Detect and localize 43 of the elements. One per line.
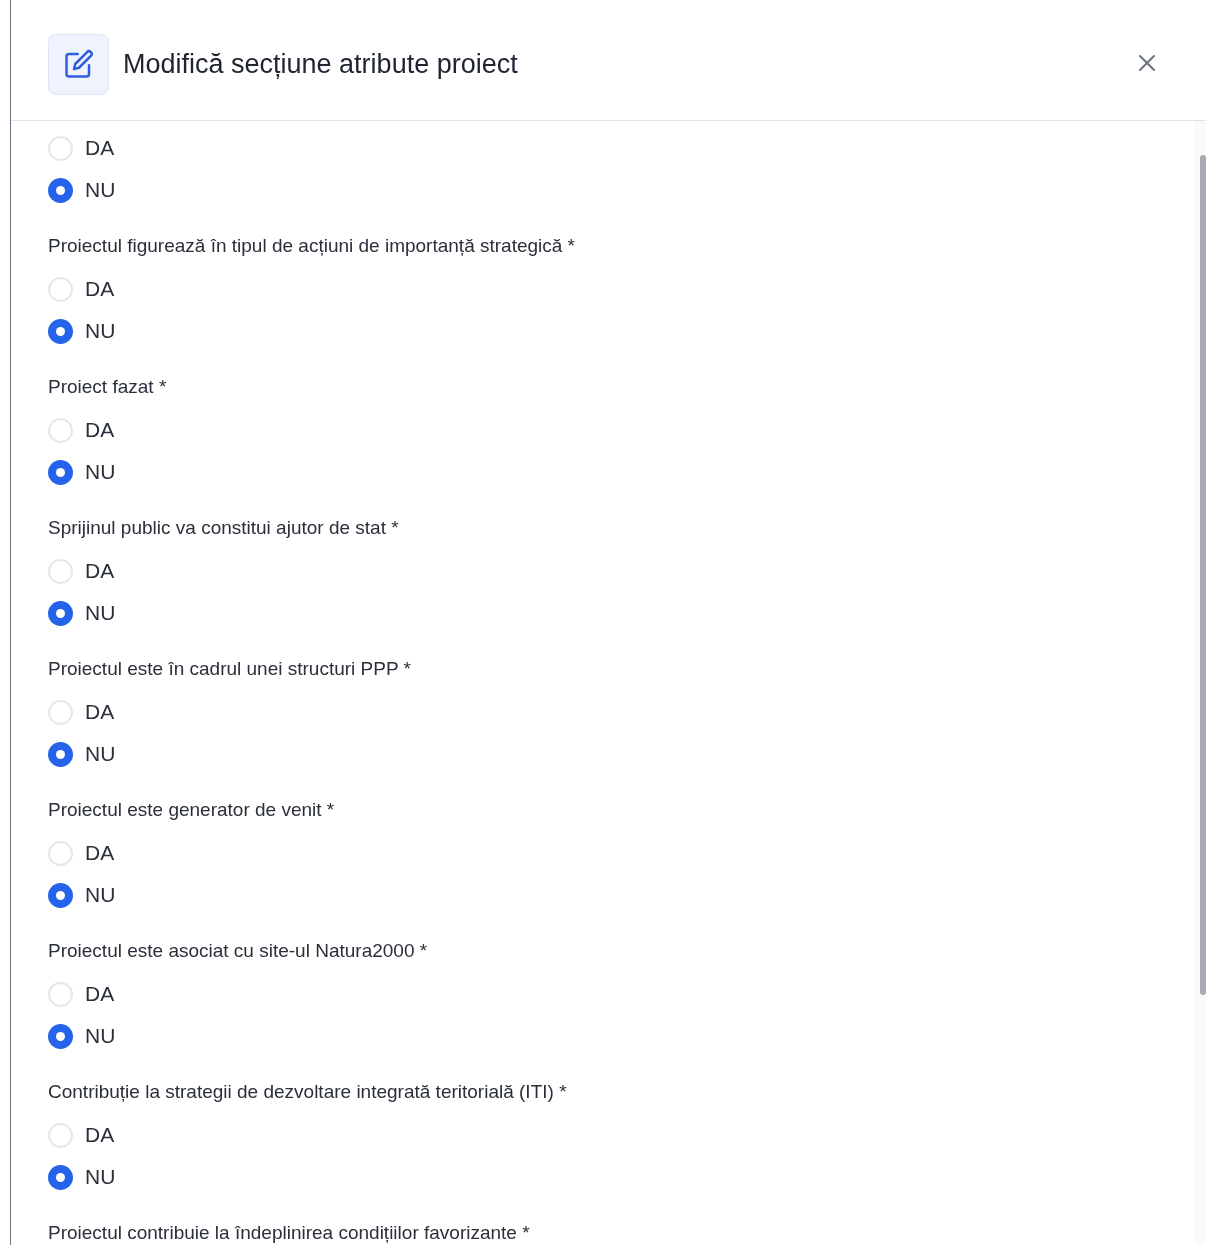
radio-selected[interactable] — [48, 318, 73, 344]
radio-option[interactable]: DA — [48, 691, 115, 733]
radio-unselected[interactable] — [48, 840, 73, 866]
scrollbar-thumb[interactable] — [1200, 155, 1206, 995]
radio-unselected[interactable] — [48, 417, 73, 443]
radio-option[interactable]: NU — [48, 874, 116, 916]
radio-option[interactable]: DA — [48, 409, 115, 451]
edit-icon — [63, 49, 94, 79]
radio-selected[interactable] — [48, 177, 73, 203]
radio-selected[interactable] — [48, 1164, 73, 1190]
radio-option[interactable]: NU — [48, 310, 116, 352]
radio-selected[interactable] — [48, 741, 73, 767]
radio-unselected[interactable] — [48, 558, 73, 584]
question-label: Proiectul contribuie la îndeplinirea condițiilor favorizante * — [48, 1221, 531, 1245]
radio-unselected[interactable] — [48, 699, 73, 725]
radio-option[interactable]: NU — [48, 451, 116, 493]
question-label: Proiectul este generator de venit * — [48, 798, 336, 822]
question-label: Proiectul figurează în tipul de acțiuni de importanță strategică * — [48, 234, 577, 258]
radio-option[interactable]: DA — [48, 1114, 115, 1156]
radio-option[interactable]: DA — [48, 550, 115, 592]
radio-unselected[interactable] — [48, 135, 73, 161]
radio-selected[interactable] — [48, 1023, 73, 1049]
question-label: Proiectul este asociat cu site-ul Natura2000 * — [48, 939, 429, 963]
radio-selected[interactable] — [48, 459, 73, 485]
radio-unselected[interactable] — [48, 1122, 73, 1148]
question-label: Contribuție la strategii de dezvoltare integrată teritorială (ITI) * — [48, 1080, 568, 1104]
radio-option[interactable]: NU — [48, 592, 116, 634]
radio-selected[interactable] — [48, 600, 73, 626]
radio-unselected[interactable] — [48, 276, 73, 302]
question-label: Sprijinul public va constitui ajutor de stat * — [48, 516, 400, 540]
radio-option[interactable]: NU — [48, 733, 116, 775]
radio-option[interactable]: NU — [48, 1015, 116, 1057]
radio-unselected[interactable] — [48, 981, 73, 1007]
question-label: Proiect fazat * — [48, 375, 168, 399]
radio-option[interactable]: DA — [48, 973, 115, 1015]
question-label: Proiectul este în cadrul unei structuri PPP * — [48, 657, 412, 681]
radio-option[interactable]: DA — [48, 127, 115, 169]
radio-option[interactable]: DA — [48, 268, 115, 310]
radio-selected[interactable] — [48, 882, 73, 908]
radio-option[interactable]: DA — [48, 832, 115, 874]
radio-option[interactable]: NU — [48, 1156, 116, 1198]
radio-option[interactable]: NU — [48, 169, 116, 211]
dialog-title: Modifică secțiune atribute proiect — [123, 47, 518, 81]
